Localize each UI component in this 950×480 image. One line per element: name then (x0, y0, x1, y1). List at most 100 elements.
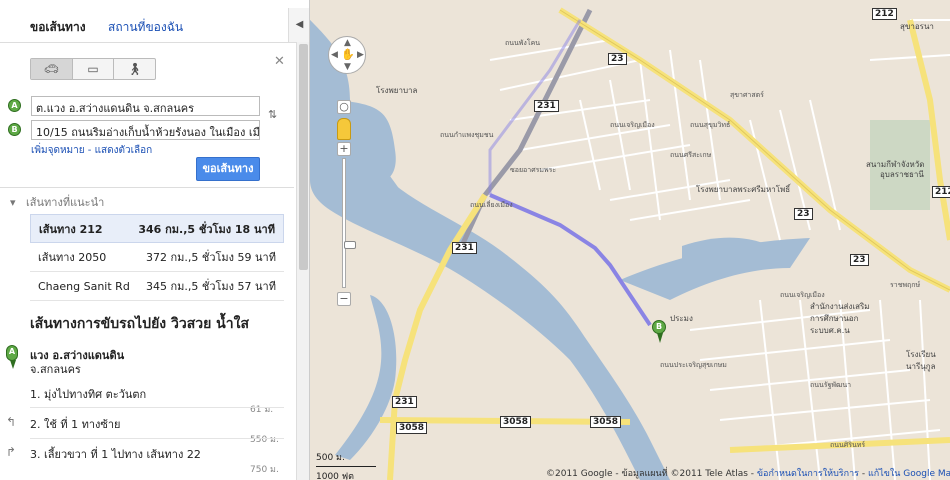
street-label: ถนนเลี่ยงเมือง (470, 201, 513, 209)
route-name: เส้นทาง 2050 (38, 251, 107, 264)
pan-left-icon[interactable]: ◀ (331, 50, 338, 60)
route-option[interactable]: Chaeng Sanit Rd 345 กม.,5 ชั่วโมง 57 นาท… (30, 272, 284, 301)
turn-right-icon: ↱ (6, 445, 17, 459)
divider (0, 187, 294, 188)
zoom-reset-button[interactable]: ○ (337, 100, 351, 114)
road-number-badge: 23 (850, 254, 869, 266)
road-number-badge: 212 (872, 8, 897, 20)
zoom-out-button[interactable]: − (337, 292, 351, 306)
zoom-control: ○ + − (337, 100, 356, 306)
car-mode-button[interactable]: 🚗︎ (31, 59, 73, 79)
pan-control[interactable]: ▲ ◀ ▶ ▼ ✋ (328, 36, 366, 74)
road-number-badge: 231 (392, 396, 417, 408)
street-label: ถนนสุขุมวิทธ์ (690, 121, 731, 129)
zoom-in-button[interactable]: + (337, 142, 351, 156)
route-detail: 372 กม.,5 ชั่วโมง 59 นาที (145, 251, 276, 264)
place-label: ระบบศ.ค.น (810, 326, 850, 335)
scale-line (316, 466, 376, 467)
direction-step[interactable]: 1. มุ่งไปทางทิศ ตะวันตก (30, 385, 146, 403)
directions-title: เส้นทางการขับรถไปยัง วิวสวย น้ำใส (30, 316, 249, 332)
road-number-badge: 231 (452, 242, 477, 254)
hand-icon: ✋ (341, 48, 355, 61)
street-label: ถนนกำแพงชุมชน (440, 131, 494, 139)
map-maker-link[interactable]: แก้ไขใน Google Map Maker (868, 469, 950, 479)
place-label: โรงพยาบาลพระศรีมหาโพธิ์ (696, 185, 791, 194)
pan-right-icon[interactable]: ▶ (357, 50, 364, 60)
plus-icon: + (339, 142, 349, 155)
pan-down-icon[interactable]: ▼ (344, 62, 351, 72)
walk-mode-button[interactable]: 🚶︎ (114, 59, 155, 79)
directions-panel: ขอเส้นทาง สถานที่ของฉัน ◀ 🚗︎ ▭ 🚶︎ ✕ A ต.… (0, 0, 310, 480)
place-label: โรงพยาบาล (376, 86, 418, 95)
route-option[interactable]: เส้นทาง 212 346 กม.,5 ชั่วโมง 18 นาที (30, 214, 284, 243)
circle-icon: ○ (339, 100, 349, 113)
scrollbar-thumb[interactable] (299, 44, 308, 270)
map-canvas[interactable]: ▲ ◀ ▶ ▼ ✋ ○ + − 212 23 231 23 231 23 21 2… (310, 0, 950, 480)
street-label: ถนนศิรินทร์ (830, 441, 866, 449)
place-label: ประมง (670, 314, 693, 323)
scale-bar: 500 ม. 1000 ฟุต (316, 450, 376, 480)
transit-mode-button[interactable]: ▭ (73, 59, 115, 79)
swap-icon[interactable]: ⇅ (268, 108, 277, 121)
from-field[interactable]: ต.แวง อ.สว่างแดนดิน จ.สกลนคร (31, 96, 260, 116)
street-label: ถนนพังโคน (505, 39, 541, 47)
start-marker: A (8, 99, 21, 112)
pegman-icon[interactable] (337, 118, 351, 140)
close-icon[interactable]: ✕ (274, 54, 285, 69)
zoom-slider[interactable] (342, 158, 356, 288)
road-number-badge: 23 (608, 53, 627, 65)
place-label: สุขาอรนา (900, 22, 934, 31)
road-number-badge: 23 (794, 208, 813, 220)
divider (30, 407, 284, 408)
scale-metric-label: 500 ม. (316, 453, 345, 463)
zoom-slider-knob[interactable] (344, 241, 356, 249)
end-marker: B (8, 123, 21, 136)
panel-tabs: ขอเส้นทาง สถานที่ของฉัน (0, 8, 288, 42)
tab-directions[interactable]: ขอเส้นทาง (30, 18, 86, 37)
street-label: ถนนศรีสะเกษ (670, 151, 712, 159)
pan-up-icon[interactable]: ▲ (344, 38, 351, 48)
panel-scrollbar[interactable] (296, 42, 309, 480)
terms-link[interactable]: ข้อกำหนดในการให้บริการ (757, 469, 859, 479)
road-number-badge: 3058 (590, 416, 622, 428)
route-detail: 346 กม.,5 ชั่วโมง 18 นาที (138, 222, 275, 236)
route-name: เส้นทาง 212 (39, 222, 103, 236)
add-destination-link[interactable]: เพิ่มจุดหมาย - แสดงตัวเลือก (31, 143, 152, 158)
triangle-down-icon: ▾ (10, 196, 16, 209)
street-label: ถนนประเจริญสุขเกษม (660, 361, 727, 369)
street-label: ซอยอาศรมพระ (510, 166, 557, 174)
get-directions-button[interactable]: ขอเส้นทาง (196, 157, 260, 181)
road-number-badge: 231 (534, 100, 559, 112)
car-icon: 🚗︎ (43, 62, 59, 76)
destination-marker[interactable]: B (652, 320, 666, 343)
street-label: สุขาศาสตร์ (730, 91, 764, 99)
direction-step[interactable]: 3. เลี้ยวขวา ที่ 1 ไปทาง เส้นทาง 22 (30, 445, 201, 463)
walking-icon: 🚶︎ (127, 62, 143, 76)
road-number-badge: 212 (932, 186, 950, 198)
place-label: นารีนุกูล (906, 362, 936, 371)
route-detail: 345 กม.,5 ชั่วโมง 57 นาที (145, 280, 276, 293)
street-label: ถนนเจริญเมือง (610, 121, 655, 129)
travel-mode-selector: 🚗︎ ▭ 🚶︎ (30, 58, 156, 80)
step-distance: 750 ม. (250, 465, 279, 475)
tab-my-places[interactable]: สถานที่ของฉัน (108, 18, 183, 37)
map-base-layer (310, 7, 950, 480)
map-copyright: ©2011 Google - ข้อมูลแผนที่ ©2011 Tele A… (546, 466, 950, 480)
step-distance: 550 ม. (250, 435, 279, 445)
chevron-left-icon: ◀ (295, 19, 304, 30)
road-number-badge: 3058 (500, 416, 532, 428)
scale-imperial-label: 1000 ฟุต (316, 472, 354, 480)
street-label: ถนนรัฐพัฒนา (810, 381, 852, 389)
copyright-text: ©2011 Google - ข้อมูลแผนที่ ©2011 Tele A… (546, 469, 755, 479)
bus-icon: ▭ (87, 62, 99, 76)
collapse-panel-button[interactable]: ◀ (288, 8, 309, 42)
minus-icon: − (339, 292, 349, 305)
suggested-routes-heading[interactable]: ▾ เส้นทางที่แนะนำ (10, 193, 104, 211)
step-distance: 61 ม. (250, 405, 274, 415)
road-number-badge: 3058 (396, 422, 428, 434)
suggested-routes-label: เส้นทางที่แนะนำ (26, 196, 105, 209)
to-field[interactable]: 10/15 ถนนริมอ่างเก็บน้ำห้วยรังนอง ในเมือ… (31, 120, 260, 140)
route-option[interactable]: เส้นทาง 2050 372 กม.,5 ชั่วโมง 59 นาที (30, 243, 284, 272)
divider (0, 42, 309, 43)
direction-step[interactable]: 2. ใช้ ที่ 1 ทางซ้าย (30, 415, 120, 433)
